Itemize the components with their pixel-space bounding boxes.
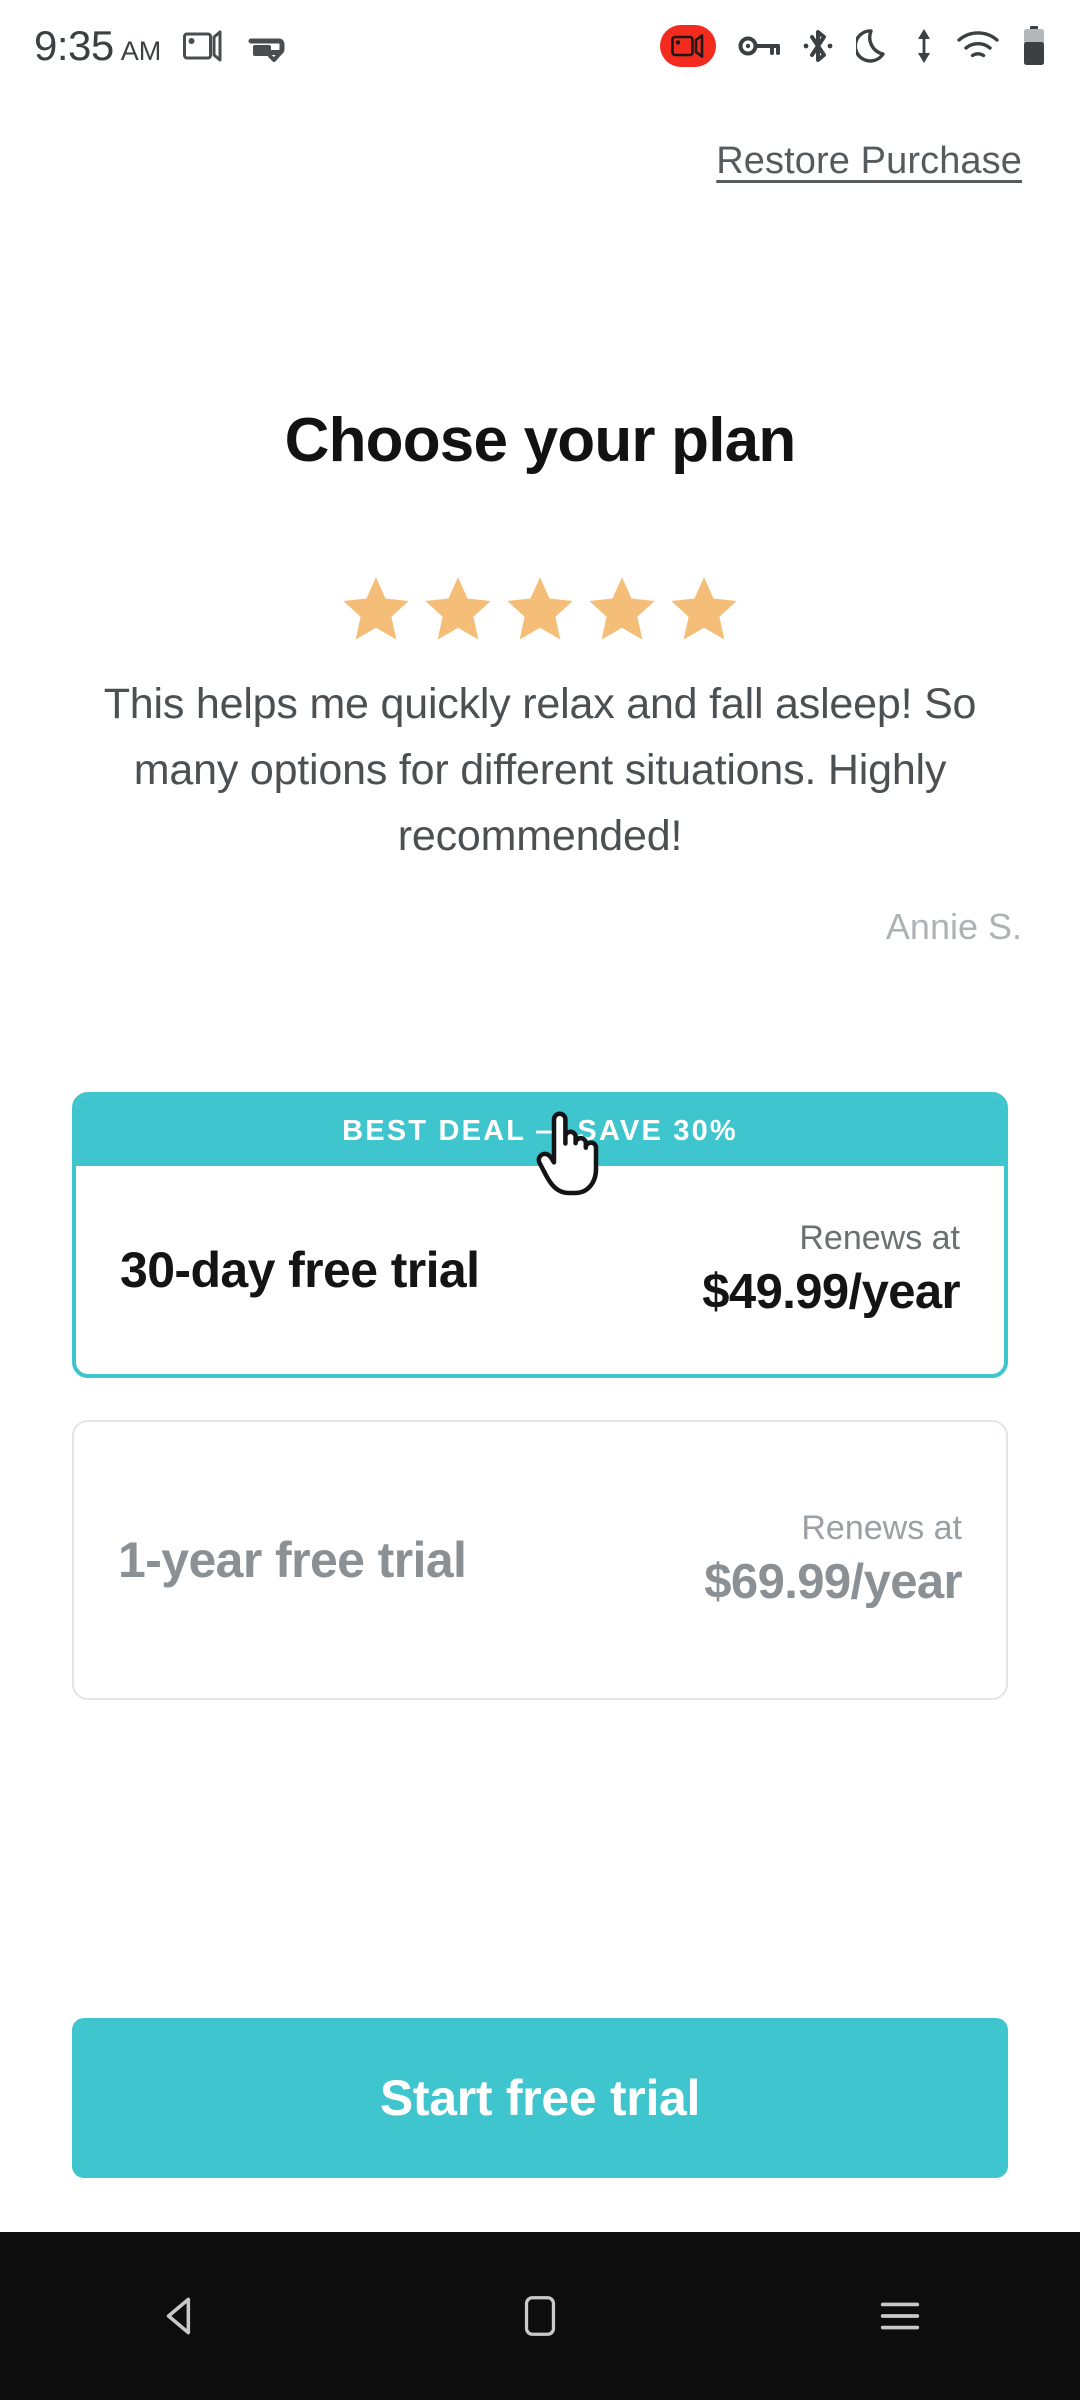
battery-icon (1022, 26, 1046, 66)
plan-price: $69.99/year (704, 1555, 962, 1610)
android-nav-bar (0, 2232, 1080, 2400)
home-icon[interactable] (470, 2246, 610, 2386)
do-not-disturb-icon (856, 26, 892, 66)
status-time: 9:35 (34, 22, 114, 69)
start-free-trial-button[interactable]: Start free trial (72, 2018, 1008, 2178)
plan-name: 30-day free trial (120, 1242, 480, 1298)
page-title: Choose your plan (284, 406, 797, 475)
plan-option-30-day[interactable]: BEST DEAL — SAVE 30% 30-day free trial R… (72, 1092, 1008, 1378)
status-bar: 9:35 AM (0, 0, 1080, 92)
star-icon (343, 577, 409, 640)
plan-option-1-year[interactable]: 1-year free trial Renews at $69.99/year (72, 1420, 1008, 1700)
star-icon (671, 577, 737, 640)
plan-name: 1-year free trial (118, 1532, 467, 1588)
print-check-icon (245, 28, 285, 64)
vpn-key-icon (738, 32, 780, 60)
star-icon (589, 577, 655, 640)
plan-renews-label: Renews at (801, 1509, 962, 1548)
status-bar-left: 9:35 AM (34, 22, 285, 70)
plan-body: 30-day free trial Renews at $49.99/year (76, 1166, 1004, 1374)
screen-record-icon (183, 29, 223, 63)
restore-purchase-link[interactable]: Restore Purchase (716, 140, 1022, 183)
status-ampm: AM (120, 36, 162, 66)
testimonial-text: This helps me quickly relax and fall asl… (103, 680, 977, 860)
app-screen: 9:35 AM Restore Purchase Choose your pla… (0, 0, 1080, 2400)
recents-icon[interactable] (830, 2246, 970, 2386)
star-icon (507, 577, 573, 640)
restore-purchase-row: Restore Purchase (0, 140, 1080, 183)
plan-renews-label: Renews at (799, 1219, 960, 1258)
best-deal-badge: BEST DEAL — SAVE 30% (76, 1096, 1004, 1166)
recording-badge-icon (660, 25, 716, 67)
back-icon[interactable] (110, 2246, 250, 2386)
status-clock: 9:35 AM (34, 22, 161, 70)
testimonial-author: Annie S. (885, 906, 1022, 947)
data-transfer-icon (914, 27, 934, 65)
plan-list: BEST DEAL — SAVE 30% 30-day free trial R… (72, 1092, 1008, 1700)
plan-price: $49.99/year (702, 1265, 960, 1320)
star-icon (425, 577, 491, 640)
plan-body: 1-year free trial Renews at $69.99/year (74, 1422, 1006, 1698)
rating-stars (0, 572, 1080, 646)
bluetooth-icon (802, 27, 834, 65)
plan-price-block: Renews at $69.99/year (704, 1506, 962, 1613)
wifi-icon (956, 29, 1000, 63)
plan-price-block: Renews at $49.99/year (702, 1216, 960, 1323)
status-bar-right (660, 25, 1046, 67)
